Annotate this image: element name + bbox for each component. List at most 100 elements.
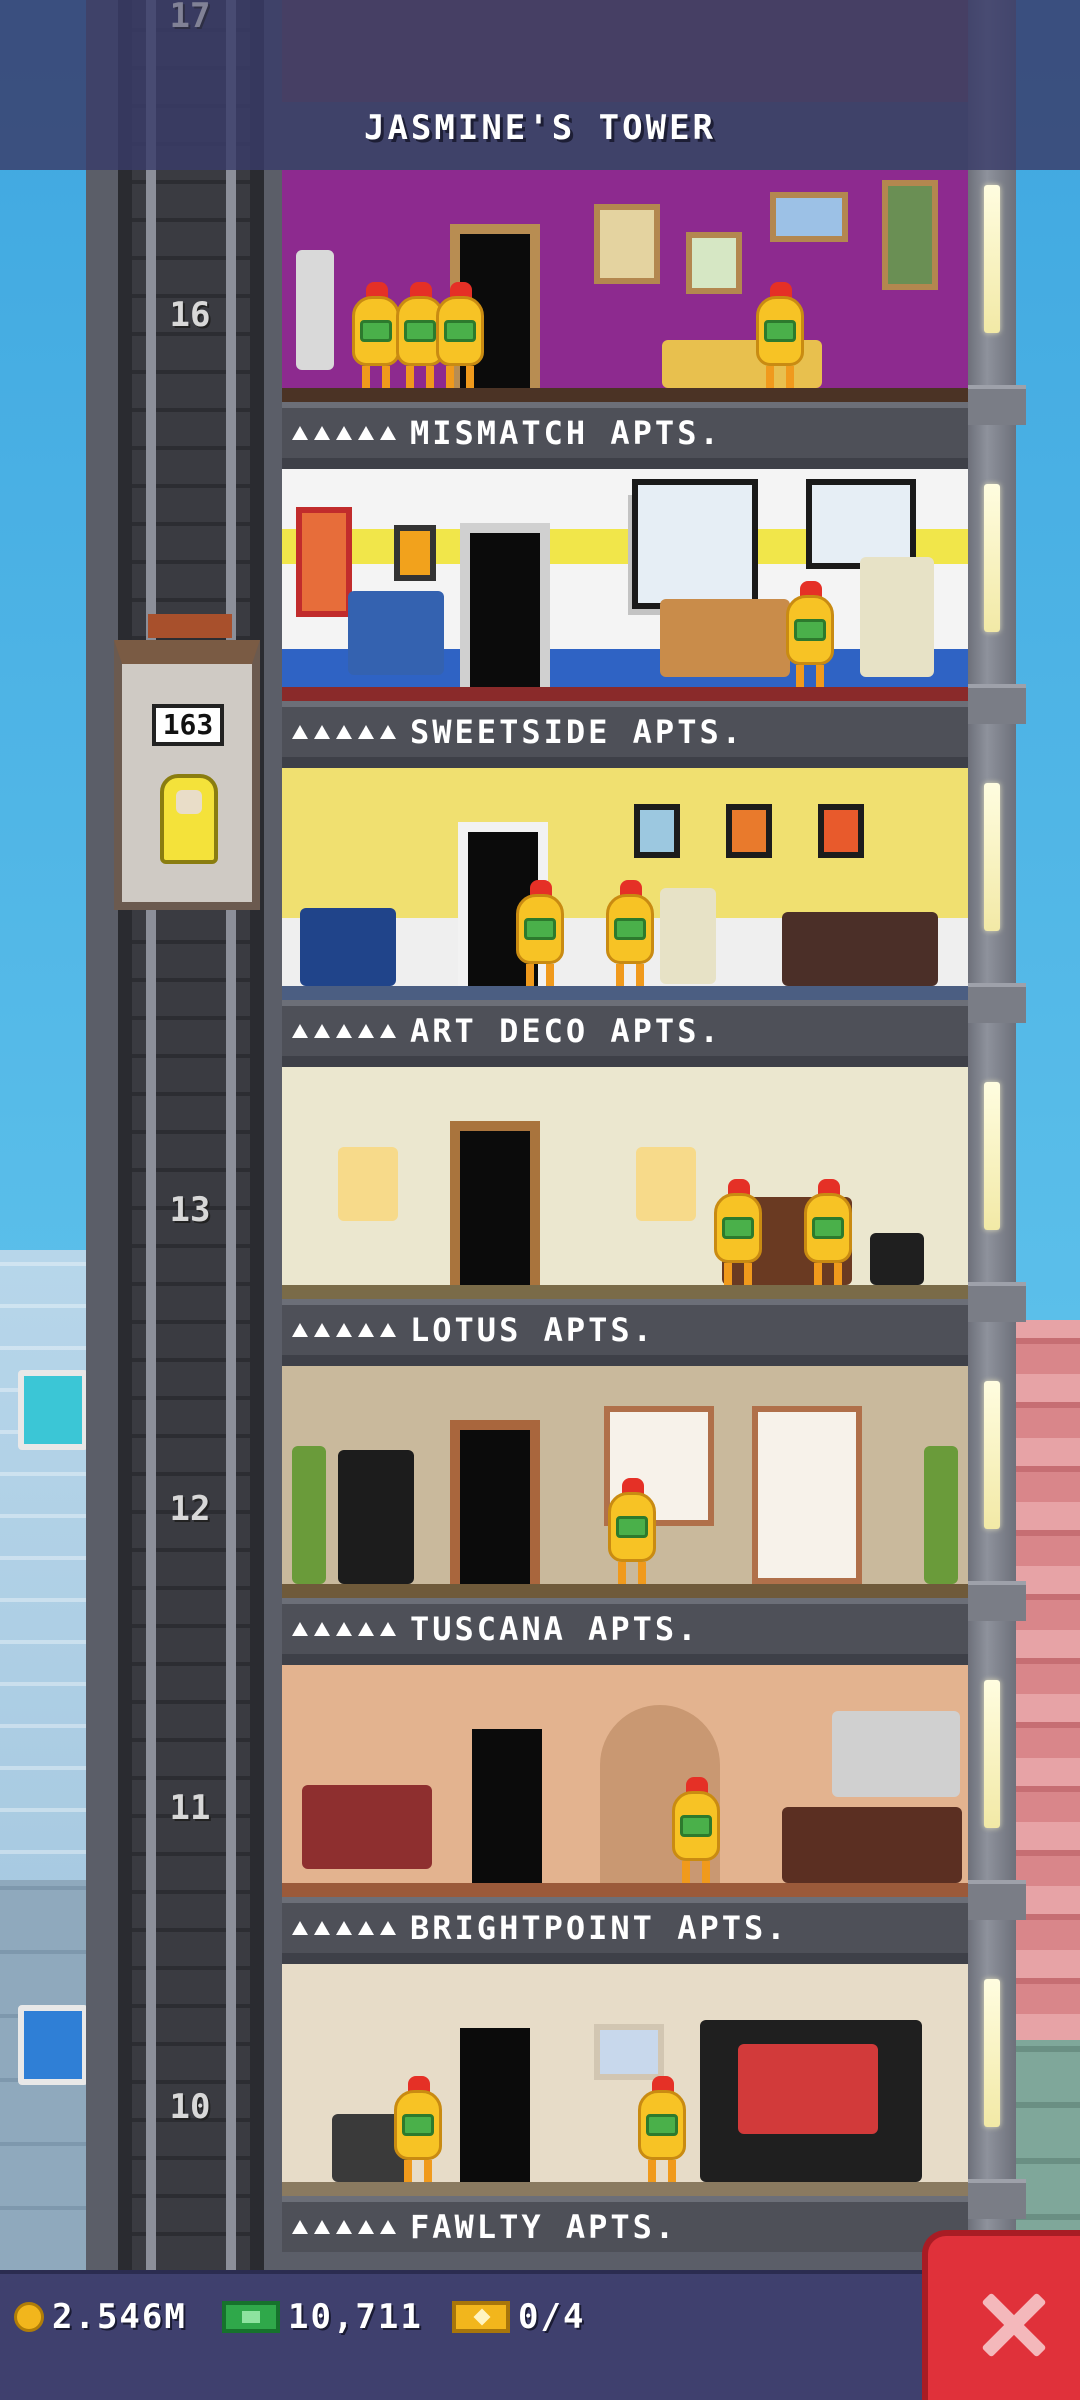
window xyxy=(752,1406,862,1584)
tower-header: 17 JASMINE'S TOWER xyxy=(0,0,1080,170)
room-door xyxy=(450,1121,540,1285)
floor-divider xyxy=(282,1953,968,1964)
pillar-cap xyxy=(966,684,1026,724)
resident-chick[interactable] xyxy=(604,1474,660,1584)
computer xyxy=(860,557,934,677)
room-door xyxy=(460,523,550,687)
floor-number-10: 10 xyxy=(169,2087,211,2127)
cash-icon xyxy=(222,2301,280,2333)
resident-chick[interactable] xyxy=(634,2072,690,2182)
floor-number-13: 13 xyxy=(169,1190,211,1230)
floor-stars xyxy=(282,1622,410,1636)
floor-number-12: 12 xyxy=(169,1489,211,1529)
plant xyxy=(924,1446,958,1584)
elevator-passenger xyxy=(160,774,218,864)
blue-billboard xyxy=(18,2005,88,2085)
floor-stars xyxy=(282,1024,410,1038)
elevator-shaft xyxy=(118,0,264,2270)
pillar-light xyxy=(984,1680,1000,1828)
floor-10[interactable]: FAWLTY APTS. xyxy=(282,1964,968,2263)
plant xyxy=(292,1446,326,1584)
floor-divider xyxy=(282,458,968,469)
pillar-light xyxy=(984,1381,1000,1529)
resident-chick[interactable] xyxy=(710,1175,766,1285)
close-icon xyxy=(980,2292,1046,2358)
wall-painting xyxy=(770,192,848,242)
wall-sconce xyxy=(636,1147,696,1221)
floor-stars xyxy=(282,1921,410,1935)
floor-name: MISMATCH APTS. xyxy=(410,414,722,452)
floor-14[interactable]: ART DECO APTS. xyxy=(282,768,968,1067)
wall-painting xyxy=(594,204,660,284)
bux-value: 10,711 xyxy=(288,2297,423,2337)
coins-display[interactable]: 2.546M xyxy=(14,2294,187,2340)
floor-divider xyxy=(282,1355,968,1366)
floor-name-label: TUSCANA APTS. xyxy=(282,1598,968,1654)
pillar-cap xyxy=(966,1880,1026,1920)
floor-11[interactable]: BRIGHTPOINT APTS. xyxy=(282,1665,968,1964)
room-door xyxy=(462,1719,552,1883)
floor-name-label: BRIGHTPOINT APTS. xyxy=(282,1897,968,1953)
pillar-cap xyxy=(966,1581,1026,1621)
pillar-cap xyxy=(966,983,1026,1023)
tickets-display[interactable]: 0/4 xyxy=(452,2294,585,2340)
resident-chick[interactable] xyxy=(390,2072,446,2182)
coins-value: 2.546M xyxy=(52,2297,187,2337)
chair xyxy=(870,1233,924,1285)
floor-15[interactable]: SWEETSIDE APTS. xyxy=(282,469,968,768)
room-floorboards xyxy=(282,2182,968,2196)
tower-name: JASMINE'S TOWER xyxy=(363,108,717,148)
resident-chick[interactable] xyxy=(800,1175,856,1285)
wall-painting xyxy=(686,232,742,294)
pillar-light xyxy=(984,1082,1000,1230)
shaft-rail-right xyxy=(226,0,236,2270)
floor-number-16: 16 xyxy=(169,295,211,335)
pillar-light xyxy=(984,185,1000,333)
floor-name: SWEETSIDE APTS. xyxy=(410,713,744,751)
room-floorboards xyxy=(282,1883,968,1897)
room-interior xyxy=(282,1665,968,1897)
ticket-icon xyxy=(452,2301,510,2333)
floor-16[interactable]: MISMATCH APTS. xyxy=(282,170,968,469)
floor-name-label: SWEETSIDE APTS. xyxy=(282,701,968,757)
floor-stars xyxy=(282,426,410,440)
bux-display[interactable]: 10,711 xyxy=(222,2294,423,2340)
floor-name: BRIGHTPOINT APTS. xyxy=(410,1909,789,1947)
resident-chick[interactable] xyxy=(668,1773,724,1883)
computer xyxy=(660,888,716,984)
close-button[interactable] xyxy=(922,2230,1080,2400)
floor-name: LOTUS APTS. xyxy=(410,1311,655,1349)
sofa xyxy=(782,912,938,986)
floor-13[interactable]: LOTUS APTS. xyxy=(282,1067,968,1366)
cabinet xyxy=(832,1711,960,1797)
pillar-cap xyxy=(966,1282,1026,1322)
floor-12[interactable]: TUSCANA APTS. xyxy=(282,1366,968,1665)
resident-chick[interactable] xyxy=(752,278,808,388)
room-floorboards xyxy=(282,388,968,402)
room-interior xyxy=(282,469,968,701)
elevator-roof xyxy=(148,614,232,638)
resident-chick[interactable] xyxy=(602,876,658,986)
pillar-light xyxy=(984,1979,1000,2127)
wall-painting xyxy=(818,804,864,858)
floor-stars xyxy=(282,2220,410,2234)
pillar-cap xyxy=(966,2179,1026,2219)
fries-billboard xyxy=(18,1370,88,1450)
floor-name: FAWLTY APTS. xyxy=(410,2208,678,2246)
resident-chick[interactable] xyxy=(512,876,568,986)
room-floorboards xyxy=(282,1584,968,1598)
resident-chick[interactable] xyxy=(782,577,838,687)
elevator-passenger-count: 163 xyxy=(152,704,224,746)
counter xyxy=(782,1807,962,1883)
elevator-car[interactable]: 163 xyxy=(114,640,260,910)
wall-painting xyxy=(726,804,772,858)
room-door xyxy=(450,1420,540,1584)
lamp xyxy=(296,250,334,370)
floor-stars xyxy=(282,1323,410,1337)
armchair xyxy=(348,591,444,675)
sofa xyxy=(302,1785,432,1869)
room-interior xyxy=(282,768,968,1000)
wall-sconce xyxy=(338,1147,398,1221)
armchair xyxy=(300,908,396,986)
resident-chick[interactable] xyxy=(432,278,488,388)
